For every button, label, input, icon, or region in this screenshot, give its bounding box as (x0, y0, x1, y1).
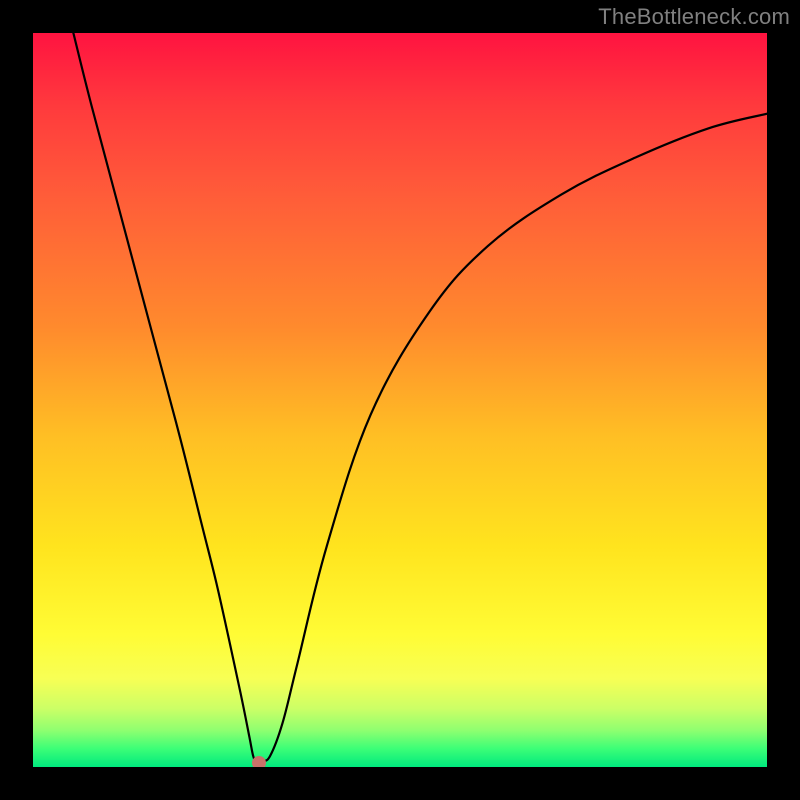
plot-area (33, 33, 767, 767)
watermark-text: TheBottleneck.com (598, 4, 790, 30)
minimum-marker (252, 756, 266, 767)
bottleneck-curve (33, 33, 767, 767)
chart-frame: TheBottleneck.com (0, 0, 800, 800)
